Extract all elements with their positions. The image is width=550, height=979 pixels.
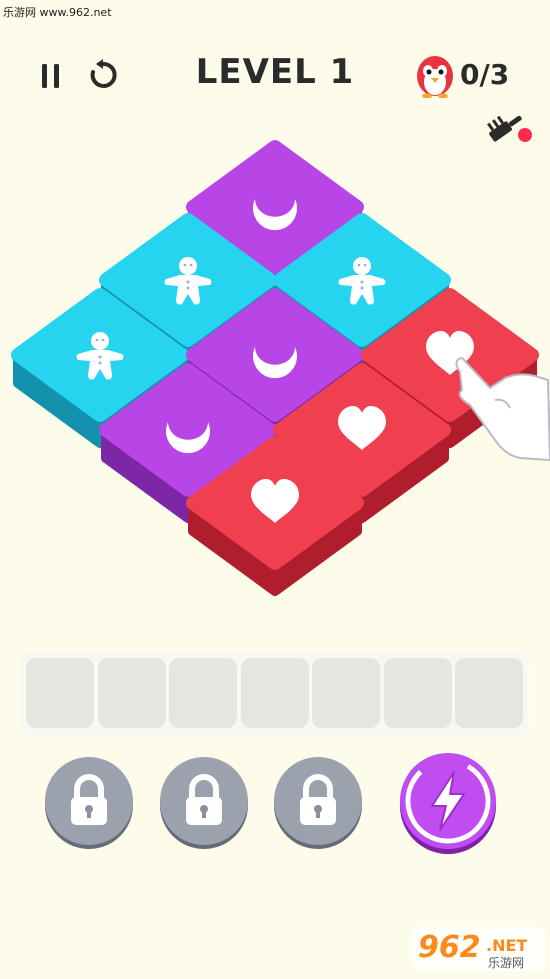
tray-slot <box>383 658 452 728</box>
watermark-suffix: .NET <box>486 936 527 955</box>
game-board <box>11 140 550 597</box>
watermark-logo: 962 .NET 乐游网 <box>412 925 545 973</box>
tray-slot <box>26 658 94 728</box>
tray-slot <box>455 658 523 728</box>
tray-slot <box>97 658 166 728</box>
locked-powerup-3[interactable] <box>271 755 365 849</box>
tray-slot <box>169 658 237 728</box>
tray-slot <box>240 658 309 728</box>
watermark-caption: 乐游网 <box>488 956 524 970</box>
collection-tray <box>19 651 529 735</box>
locked-powerup-2[interactable] <box>157 755 251 849</box>
lightning-powerup[interactable] <box>396 750 500 854</box>
watermark-number: 962 <box>418 930 481 965</box>
tray-slot <box>312 658 380 728</box>
locked-powerup-1[interactable] <box>42 755 136 849</box>
